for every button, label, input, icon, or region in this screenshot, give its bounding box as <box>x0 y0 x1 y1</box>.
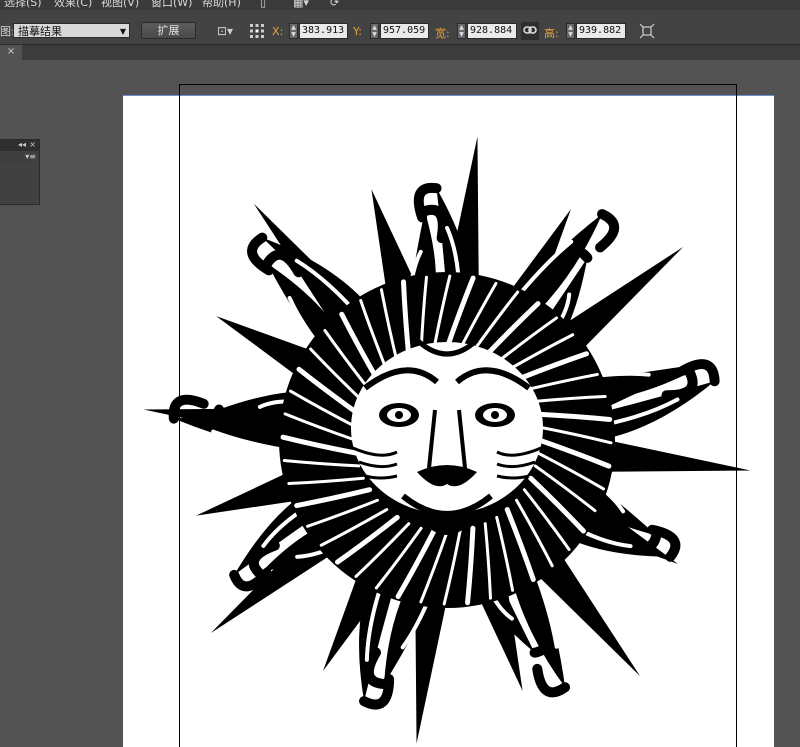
panel-tabstrip: ▾≡ <box>0 151 39 163</box>
y-field[interactable]: 957.059 <box>380 23 429 39</box>
menu-view[interactable]: 视图(V) <box>101 0 139 10</box>
lion-sun-artwork[interactable] <box>123 95 774 747</box>
document-tab-bar: × <box>0 45 800 60</box>
menu-effect[interactable]: 效果(C) <box>54 0 92 10</box>
menu-select[interactable]: 选择(S) <box>4 0 42 10</box>
floating-panel: ◂◂ × ▾≡ <box>0 139 40 205</box>
height-field[interactable]: 939.882 <box>576 23 626 39</box>
view-dropdown[interactable]: 描摹结果 ▼ <box>13 23 130 38</box>
link-proportions-icon[interactable] <box>521 22 539 40</box>
align-options-icon[interactable]: ⊡▾ <box>213 23 237 39</box>
panel-menu-icon[interactable]: ▾≡ <box>25 152 36 161</box>
menu-window[interactable]: 窗口(W) <box>151 0 192 10</box>
x-field[interactable]: 383.913 <box>299 23 348 39</box>
height-stepper[interactable]: ▲ ▼ <box>566 23 575 39</box>
expand-button[interactable]: 扩展 <box>141 22 196 39</box>
collapse-icon[interactable]: ◂◂ <box>18 140 26 149</box>
width-label: 宽: <box>435 27 450 40</box>
menu-help[interactable]: 帮助(H) <box>202 0 241 10</box>
panel-body <box>0 163 39 204</box>
sync-icon[interactable]: ⟳ <box>330 0 339 9</box>
view-dropdown-value: 描摹结果 <box>18 25 62 38</box>
width-stepper[interactable]: ▲ ▼ <box>457 23 466 39</box>
tab-close-icon[interactable]: × <box>0 45 22 60</box>
control-bar: 图: 描摹结果 ▼ 扩展 ⊡▾ X: ▲ ▼ 383.913 Y: ▲ ▼ 957.… <box>0 10 800 45</box>
x-stepper[interactable]: ▲ ▼ <box>289 23 298 39</box>
doc-icon[interactable]: ▯ <box>260 0 266 9</box>
reference-point-icon[interactable] <box>249 23 265 39</box>
width-field[interactable]: 928.884 <box>467 23 517 39</box>
menu-bar: 选择(S) 效果(C) 视图(V) 窗口(W) 帮助(H) ▯ ▦▾ ⟳ <box>0 0 800 10</box>
arrange-icon[interactable]: ▦▾ <box>293 0 309 9</box>
transform-icon[interactable] <box>639 23 655 39</box>
y-label: Y: <box>353 25 362 38</box>
close-icon[interactable]: × <box>29 140 36 149</box>
y-stepper[interactable]: ▲ ▼ <box>370 23 379 39</box>
height-label: 高: <box>544 27 559 40</box>
panel-header[interactable]: ◂◂ × <box>0 140 39 151</box>
chevron-down-icon: ▼ <box>119 27 126 36</box>
x-label: X: <box>272 25 284 38</box>
